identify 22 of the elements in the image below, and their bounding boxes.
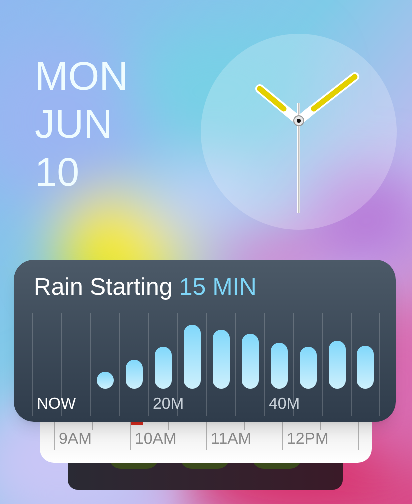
date-text: JUN — [35, 102, 114, 149]
rain-title: Rain Starting — [34, 274, 173, 301]
rain-bar — [242, 334, 258, 389]
hour-label: 10AM — [134, 430, 177, 450]
rain-bar — [96, 372, 114, 389]
hour-label: 9AM — [58, 430, 92, 450]
axis-label: NOW — [37, 395, 76, 414]
rain-bar — [184, 325, 200, 389]
rain-bar — [270, 343, 288, 389]
rain-bar — [126, 360, 142, 389]
date-text: 10 — [35, 150, 80, 197]
rain-bar — [154, 347, 172, 389]
hour-label: 11AM — [210, 430, 252, 450]
axis-label: 20M — [153, 395, 184, 414]
hour-label: 12PM — [286, 430, 329, 450]
rain-bar — [328, 341, 346, 389]
rain-bar — [212, 330, 230, 389]
axis-label: 40M — [269, 395, 300, 414]
date-text: MON — [35, 54, 130, 101]
rain-bar — [357, 346, 374, 389]
rain-bar — [300, 347, 316, 389]
rain-time: 15 MIN — [179, 274, 257, 301]
